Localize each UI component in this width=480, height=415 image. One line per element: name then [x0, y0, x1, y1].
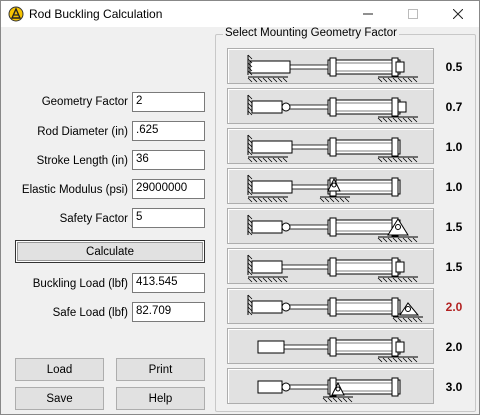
- pinned-clevis-mount-icon: [247, 294, 423, 323]
- pinned-fixed-mount-icon: [247, 94, 418, 123]
- print-button[interactable]: Print: [116, 358, 205, 381]
- maximize-icon: [407, 9, 418, 19]
- buckling-load-field[interactable]: 413.545: [132, 273, 205, 293]
- mounting-option-button[interactable]: [227, 48, 434, 84]
- safe-load-field[interactable]: 82.709: [132, 302, 205, 322]
- mounting-option-button[interactable]: [227, 368, 434, 404]
- save-button[interactable]: Save: [15, 387, 104, 410]
- mounting-factor-label: 0.5: [445, 60, 463, 74]
- mounting-factor-label: 3.0: [445, 380, 463, 394]
- app-window: Rod Buckling Calculation Geometry Factor…: [0, 0, 480, 415]
- mounting-option-button[interactable]: [227, 128, 434, 164]
- pinned-pinned-mount-icon: [247, 214, 418, 243]
- title-bar[interactable]: Rod Buckling Calculation: [1, 1, 479, 27]
- mounting-factor-label: 2.0: [445, 340, 463, 354]
- elastic-modulus-label: Elastic Modulus (psi): [21, 184, 128, 196]
- safety-factor-label: Safety Factor: [59, 213, 128, 225]
- mounting-factor-label: 1.0: [445, 140, 463, 154]
- fixed-pinned-mount-icon: [247, 174, 401, 203]
- load-button[interactable]: Load: [15, 358, 104, 381]
- pinned-free-mount-icon: [257, 377, 401, 403]
- mounting-factor-label: 1.0: [445, 180, 463, 194]
- stroke-length-label: Stroke Length (in): [36, 155, 128, 167]
- mounting-option-button[interactable]: [227, 168, 434, 204]
- fixed-fixed-mount-icon: [247, 54, 418, 83]
- geometry-factor-label: Geometry Factor: [41, 96, 128, 108]
- close-button[interactable]: [435, 1, 480, 27]
- mounting-factor-label: 0.7: [445, 100, 463, 114]
- fixed-rod-guided-mount-icon: [247, 134, 418, 163]
- mounting-option-button[interactable]: [227, 328, 434, 364]
- geometry-factor-field[interactable]: 2: [132, 92, 205, 112]
- maximize-button[interactable]: [390, 1, 435, 27]
- safety-factor-field[interactable]: 5: [132, 208, 205, 228]
- mounting-factor-label: 1.5: [445, 220, 463, 234]
- app-icon: [8, 6, 24, 22]
- minimize-icon: [362, 13, 373, 15]
- rod-diameter-label: Rod Diameter (in): [37, 126, 128, 138]
- window-title: Rod Buckling Calculation: [29, 7, 163, 21]
- mounting-option-button[interactable]: [227, 248, 434, 284]
- mounting-option-button[interactable]: [227, 88, 434, 124]
- safe-load-label: Safe Load (lbf): [52, 307, 128, 319]
- help-button[interactable]: Help: [116, 387, 205, 410]
- rod-diameter-field[interactable]: .625: [132, 121, 205, 141]
- stroke-length-field[interactable]: 36: [132, 150, 205, 170]
- supported-rod-guided-mount-icon: [247, 254, 418, 283]
- mounting-option-button[interactable]: [227, 208, 434, 244]
- mounting-factor-label: 1.5: [445, 260, 463, 274]
- buckling-load-label: Buckling Load (lbf): [32, 278, 128, 290]
- close-icon: [452, 9, 463, 19]
- calculate-button[interactable]: Calculate: [15, 240, 205, 263]
- mounting-factor-label: 2.0: [445, 300, 463, 314]
- elastic-modulus-field[interactable]: 29000000: [132, 179, 205, 199]
- mounting-option-button[interactable]: [227, 288, 434, 324]
- mounting-geometry-title: Select Mounting Geometry Factor: [223, 27, 399, 39]
- fixed-free-mount-icon: [257, 337, 418, 363]
- minimize-button[interactable]: [345, 1, 390, 27]
